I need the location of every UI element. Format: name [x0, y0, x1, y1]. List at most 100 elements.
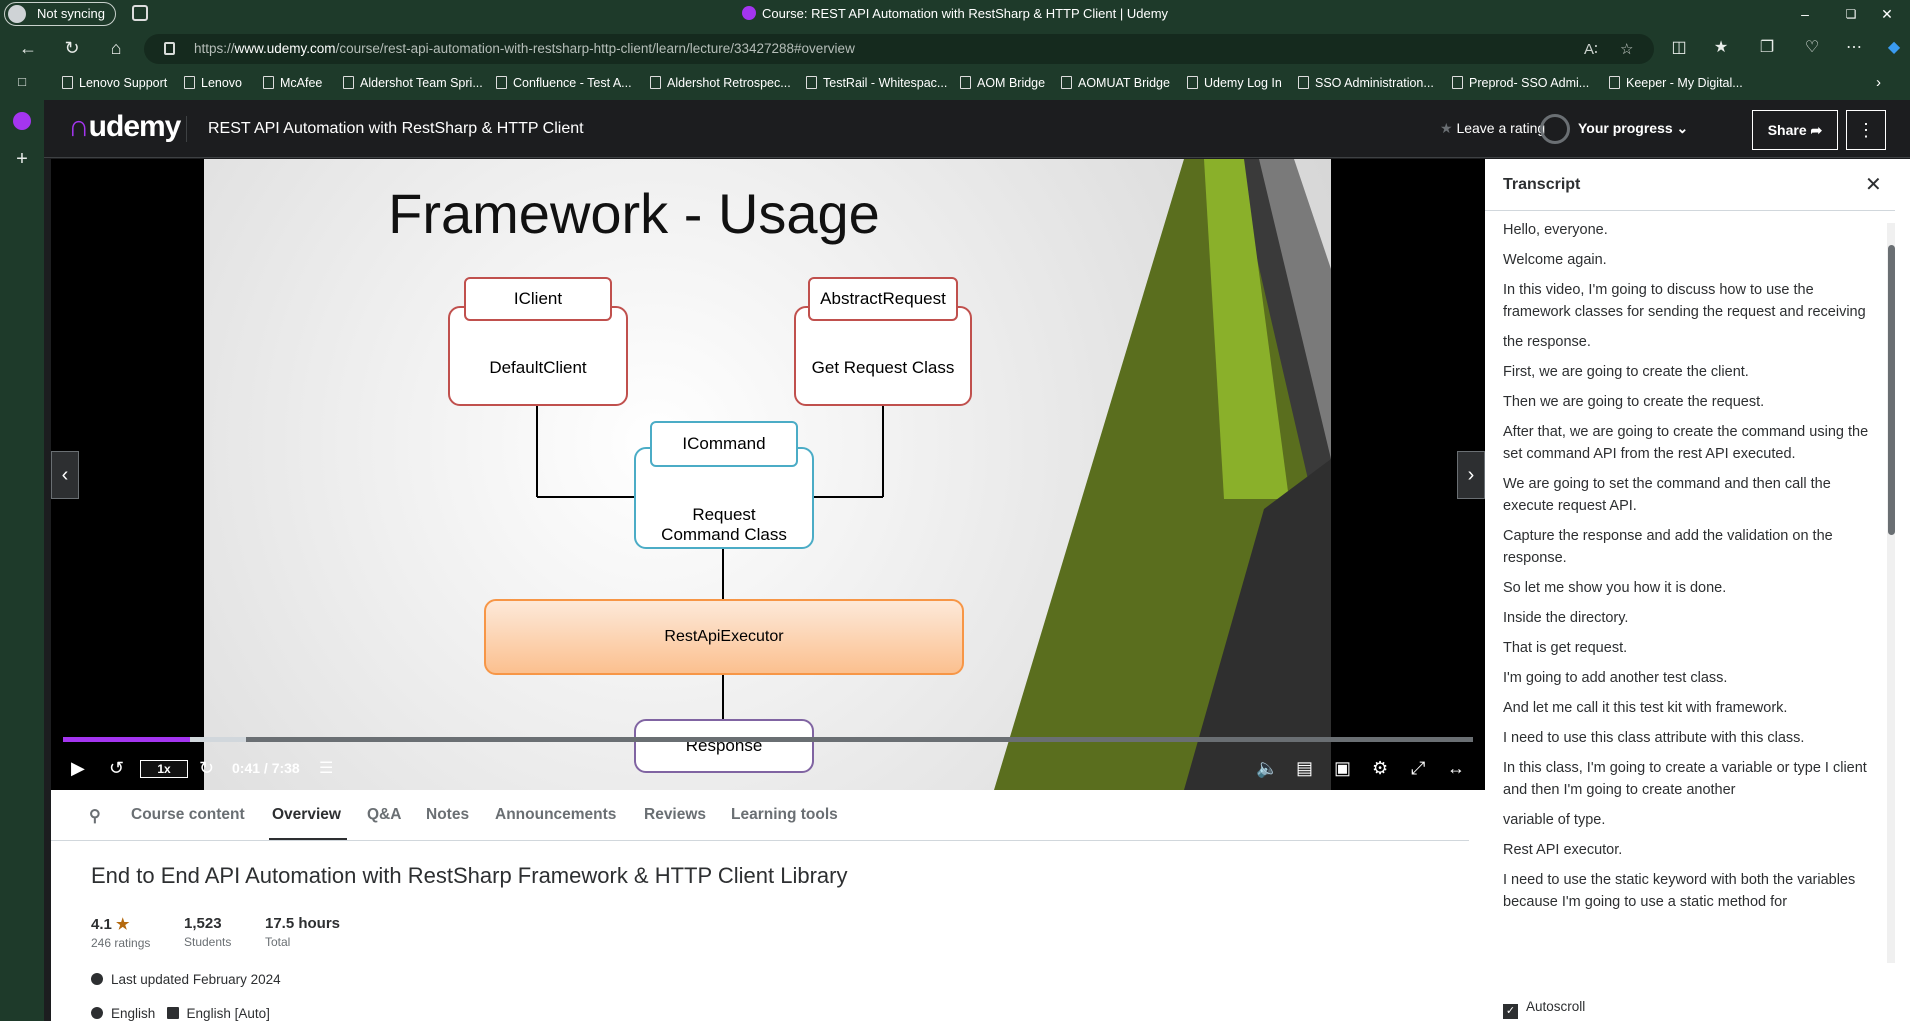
settings-more-icon[interactable]: ⋯	[1842, 37, 1866, 57]
rating-stat[interactable]: 4.1 ★ 246 ratings	[91, 915, 150, 950]
tab-actions-icon[interactable]: □	[10, 74, 34, 89]
transcript-line[interactable]: the response.	[1503, 331, 1875, 353]
udemy-tab-icon[interactable]	[13, 112, 31, 130]
udemy-logo[interactable]: ∩udemy	[68, 110, 181, 144]
active-tab-underline	[269, 838, 347, 840]
more-options-button[interactable]: ⋮	[1846, 110, 1886, 150]
get-request-class-box: Get Request Class	[794, 306, 972, 406]
bookmark-item[interactable]: Udemy Log In	[1187, 76, 1282, 90]
course-title[interactable]: REST API Automation with RestSharp & HTT…	[208, 120, 584, 138]
bookmark-item[interactable]: SSO Administration...	[1298, 76, 1434, 90]
transcript-line[interactable]: I need to use this class attribute with …	[1503, 727, 1875, 749]
share-button[interactable]: Share ➦	[1752, 110, 1838, 150]
transcript-line[interactable]: So let me show you how it is done.	[1503, 577, 1875, 599]
search-icon[interactable]: ⚲	[89, 806, 101, 826]
bookmark-item[interactable]: McAfee	[263, 76, 322, 90]
slide-title: Framework - Usage	[388, 182, 880, 245]
captions-icon[interactable]: ▣	[1334, 758, 1351, 779]
icommand-box: ICommand	[650, 421, 798, 467]
leave-rating-button[interactable]: ★ Leave a rating	[1440, 120, 1545, 137]
close-icon[interactable]: ✕	[1865, 172, 1882, 197]
transcript-line[interactable]: We are going to set the command and then…	[1503, 473, 1875, 517]
tab-announcements[interactable]: Announcements	[495, 806, 616, 824]
url-bar[interactable]: https://www.udemy.com/course/rest-api-au…	[144, 34, 1654, 64]
tab-learning-tools[interactable]: Learning tools	[731, 806, 838, 824]
transcript-icon[interactable]: ▤	[1296, 758, 1313, 779]
add-tab-icon[interactable]: +	[10, 148, 34, 171]
favorites-icon[interactable]: ★	[1709, 37, 1733, 57]
bookmark-item[interactable]: Lenovo Support	[62, 76, 167, 90]
home-icon[interactable]: ⌂	[104, 36, 128, 60]
play-icon[interactable]: ▶	[71, 758, 85, 779]
rewind-icon[interactable]: ↺	[109, 758, 124, 779]
transcript-title: Transcript	[1503, 176, 1581, 193]
back-icon[interactable]: ←	[16, 36, 40, 60]
window-title-bar: Not syncing Course: REST API Automation …	[0, 0, 1910, 28]
add-note-icon[interactable]: ☰	[319, 758, 333, 778]
tab-overview[interactable]: Overview	[272, 806, 341, 824]
transcript-line[interactable]: And let me call it this test kit with fr…	[1503, 697, 1875, 719]
transcript-line[interactable]: First, we are going to create the client…	[1503, 361, 1875, 383]
video-progress-bar[interactable]	[63, 737, 1473, 742]
transcript-line[interactable]: Capture the response and add the validat…	[1503, 525, 1875, 569]
bookmark-item[interactable]: TestRail - Whitespac...	[806, 76, 947, 90]
course-details-panel: ⚲ Course content Overview Q&A Notes Anno…	[51, 790, 1485, 1021]
bookmark-item[interactable]: AOMUAT Bridge	[1061, 76, 1170, 90]
bookmarks-overflow-icon[interactable]: ›	[1876, 74, 1881, 91]
refresh-icon[interactable]: ↻	[60, 36, 84, 60]
transcript-line[interactable]: I need to use the static keyword with bo…	[1503, 869, 1875, 913]
video-player[interactable]: Framework - Usage DefaultClient IClient …	[51, 159, 1485, 790]
read-aloud-icon[interactable]: A∶	[1584, 40, 1598, 58]
tab-course-content[interactable]: Course content	[131, 806, 245, 824]
share-arrow-icon: ➦	[1810, 122, 1823, 138]
fullscreen-icon[interactable]: ⤢	[1411, 758, 1425, 779]
volume-icon[interactable]: 🔈	[1256, 758, 1278, 779]
transcript-line[interactable]: Rest API executor.	[1503, 839, 1875, 861]
abstract-request-box: AbstractRequest	[808, 277, 958, 321]
previous-lecture-button[interactable]: ‹	[51, 451, 79, 499]
bookmarks-bar: □ Lenovo Support Lenovo McAfee Aldershot…	[0, 68, 1910, 100]
transcript-line[interactable]: Welcome again.	[1503, 249, 1875, 271]
close-window-button[interactable]: ✕	[1864, 0, 1910, 28]
favorite-star-icon[interactable]: ☆	[1620, 40, 1633, 58]
autoscroll-checkbox[interactable]: ✓ Autoscroll	[1503, 999, 1585, 1019]
default-client-box: DefaultClient	[448, 306, 628, 406]
tab-notes[interactable]: Notes	[426, 806, 469, 824]
transcript-scrollbar[interactable]	[1887, 223, 1895, 963]
bookmark-item[interactable]: Aldershot Retrospec...	[650, 76, 791, 90]
transcript-line[interactable]: In this class, I'm going to create a var…	[1503, 757, 1875, 801]
tab-qa[interactable]: Q&A	[367, 806, 401, 824]
bookmark-item[interactable]: AOM Bridge	[960, 76, 1045, 90]
transcript-line[interactable]: variable of type.	[1503, 809, 1875, 831]
transcript-line[interactable]: That is get request.	[1503, 637, 1875, 659]
transcript-line[interactable]: Inside the directory.	[1503, 607, 1875, 629]
played-bar	[63, 737, 190, 742]
playback-speed-button[interactable]: 1x	[140, 760, 188, 778]
collections-icon[interactable]: ❐	[1755, 37, 1779, 57]
your-progress-button[interactable]: Your progress ⌄	[1540, 114, 1689, 144]
forward-icon[interactable]: ↻	[199, 758, 214, 779]
transcript-line[interactable]: Then we are going to create the request.	[1503, 391, 1875, 413]
bookmark-item[interactable]: Aldershot Team Spri...	[343, 76, 483, 90]
copilot-icon[interactable]: ◆	[1882, 37, 1906, 57]
transcript-line[interactable]: I'm going to add another test class.	[1503, 667, 1875, 689]
expand-width-icon[interactable]: ↔	[1447, 758, 1465, 779]
chevron-down-icon: ⌄	[1676, 120, 1689, 136]
star-icon: ★	[116, 916, 130, 933]
split-screen-icon[interactable]: ◫	[1667, 37, 1691, 57]
bookmark-item[interactable]: Preprod- SSO Admi...	[1452, 76, 1589, 90]
overview-title: End to End API Automation with RestSharp…	[91, 863, 848, 888]
minimize-button[interactable]: –	[1782, 0, 1828, 28]
bookmark-item[interactable]: Confluence - Test A...	[496, 76, 632, 90]
next-lecture-button[interactable]: ›	[1457, 451, 1485, 499]
transcript-line[interactable]: After that, we are going to create the c…	[1503, 421, 1875, 465]
tab-reviews[interactable]: Reviews	[644, 806, 706, 824]
browser-essentials-icon[interactable]: ♡	[1800, 37, 1824, 57]
transcript-line[interactable]: In this video, I'm going to discuss how …	[1503, 279, 1875, 323]
window-title: Course: REST API Automation with RestSha…	[0, 6, 1910, 21]
settings-gear-icon[interactable]: ⚙	[1372, 758, 1388, 779]
bookmark-item[interactable]: Keeper - My Digital...	[1609, 76, 1743, 90]
transcript-line[interactable]: Hello, everyone.	[1503, 219, 1875, 241]
iclient-box: IClient	[464, 277, 612, 321]
bookmark-item[interactable]: Lenovo	[184, 76, 242, 90]
